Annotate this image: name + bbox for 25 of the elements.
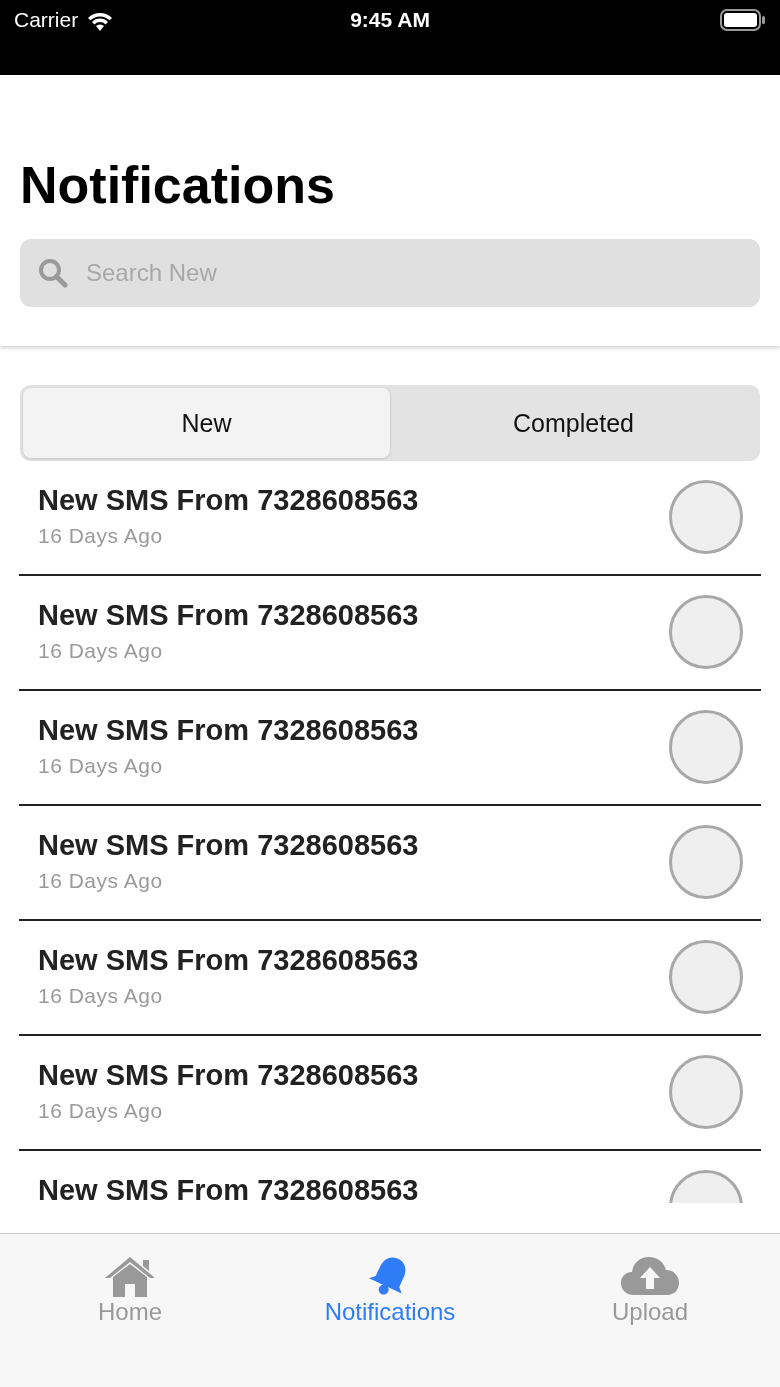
- notification-title: New SMS From 7328608563: [38, 598, 419, 632]
- notification-title: New SMS From 7328608563: [38, 828, 419, 862]
- notification-time: 16 Days Ago: [38, 754, 163, 778]
- segment-tab[interactable]: Completed: [390, 388, 757, 458]
- tab-bar-item[interactable]: Upload: [520, 1234, 780, 1387]
- tab-bar-item[interactable]: Notifications: [260, 1234, 520, 1387]
- notification-title: New SMS From 7328608563: [38, 483, 419, 517]
- search-field[interactable]: Search New: [20, 239, 760, 307]
- notification-time: 16 Days Ago: [38, 869, 163, 893]
- home-icon: [103, 1254, 157, 1298]
- notification-time: 16 Days Ago: [38, 639, 163, 663]
- carrier-name: Carrier: [14, 8, 79, 32]
- battery-icon: [720, 9, 766, 31]
- notification-title: New SMS From 7328608563: [38, 713, 419, 747]
- notification-time: 16 Days Ago: [38, 1099, 163, 1123]
- page-title: Notifications: [20, 155, 335, 215]
- notification-time: 16 Days Ago: [38, 524, 163, 548]
- status-time: 9:45 AM: [350, 8, 430, 31]
- notification-title: New SMS From 7328608563: [38, 943, 419, 977]
- notification-time: 16 Days Ago: [38, 984, 163, 1008]
- cloud-upload-icon: [620, 1254, 680, 1298]
- notification-title: New SMS From 7328608563: [38, 1173, 419, 1203]
- tab-bar-item[interactable]: Home: [0, 1234, 260, 1387]
- segment-tab[interactable]: New: [23, 388, 390, 458]
- notification-title: New SMS From 7328608563: [38, 1058, 419, 1092]
